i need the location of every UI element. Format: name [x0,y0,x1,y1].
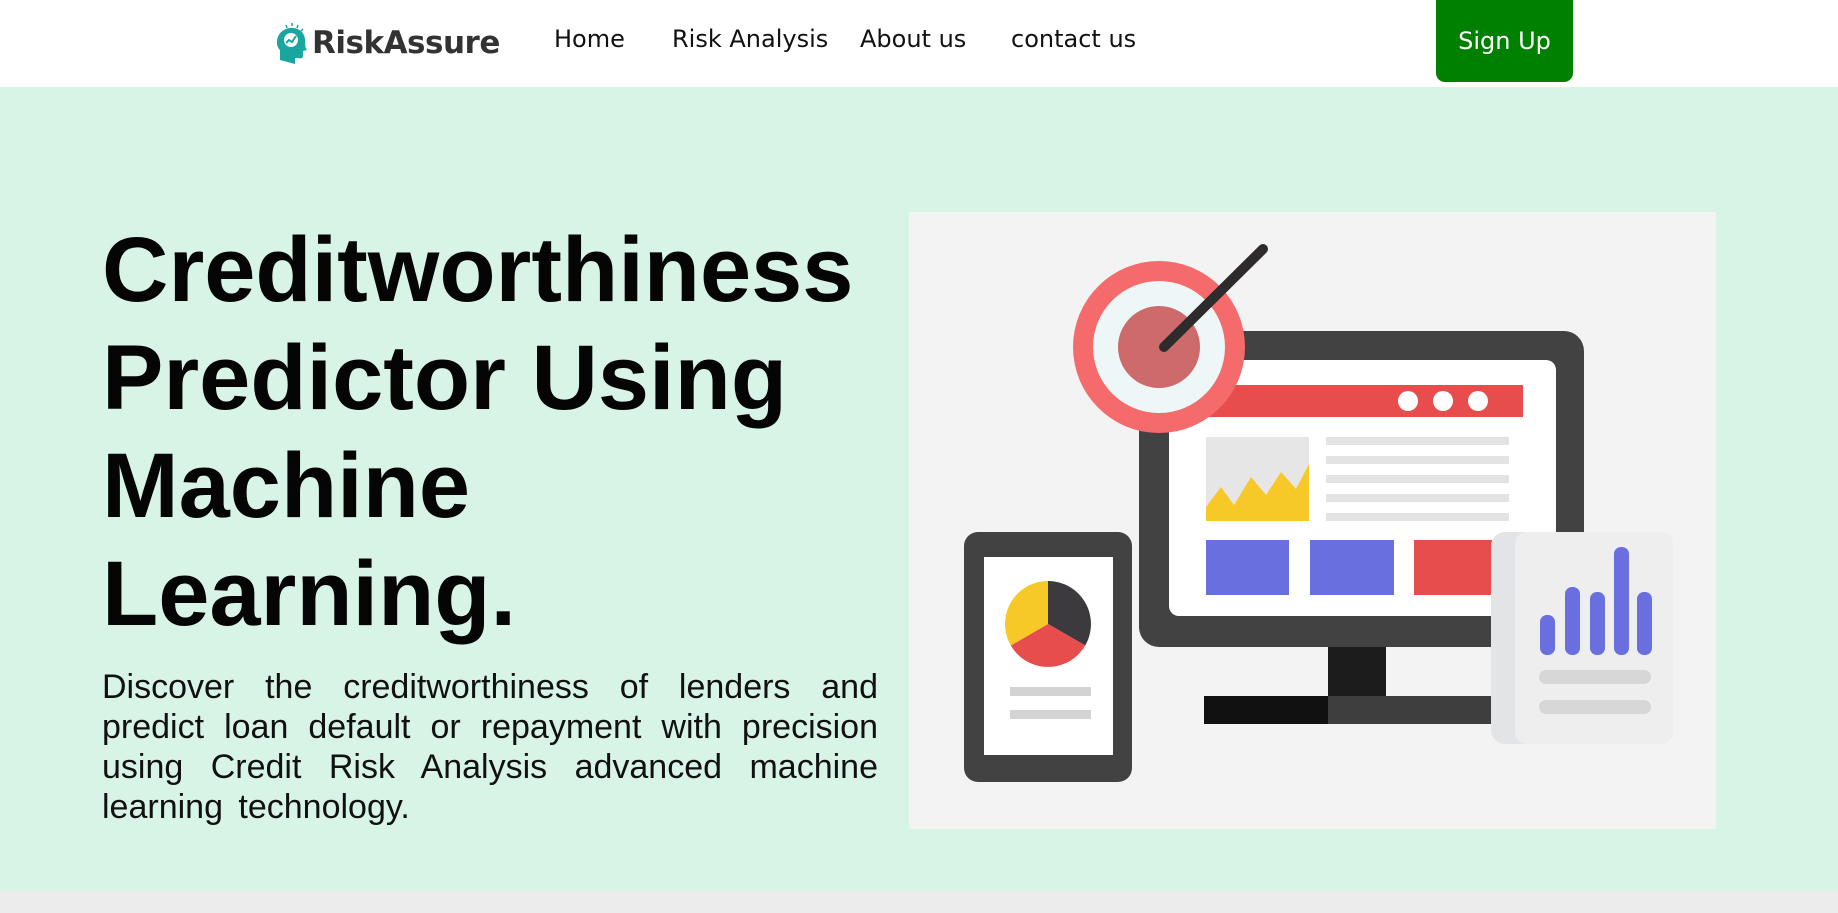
nav-link-risk-analysis[interactable]: Risk Analysis [672,25,828,53]
hero-description: Discover the creditworthiness of lenders… [102,668,878,826]
pie-chart-icon [1005,581,1091,667]
hero-section: Creditworthiness Predictor Using Machine… [0,87,1838,891]
nav-link-home[interactable]: Home [554,25,625,53]
sign-up-button[interactable]: Sign Up [1436,0,1573,82]
hero-illustration [909,212,1716,829]
hero-title: Creditworthiness Predictor Using Machine… [102,219,854,645]
brand-name: RiskAssure [312,25,500,61]
monitor-stand-icon [1328,646,1386,704]
nav-link-contact-us[interactable]: contact us [1011,25,1136,53]
navbar: RiskAssure Home Risk Analysis About us c… [0,0,1838,87]
main-nav: Home Risk Analysis About us contact us [554,25,1186,53]
brand-logo[interactable]: RiskAssure [274,18,500,68]
section-divider [0,891,1838,913]
nav-link-about-us[interactable]: About us [860,25,966,53]
analytics-illustration [964,244,1673,782]
head-with-chart-icon [276,23,307,65]
